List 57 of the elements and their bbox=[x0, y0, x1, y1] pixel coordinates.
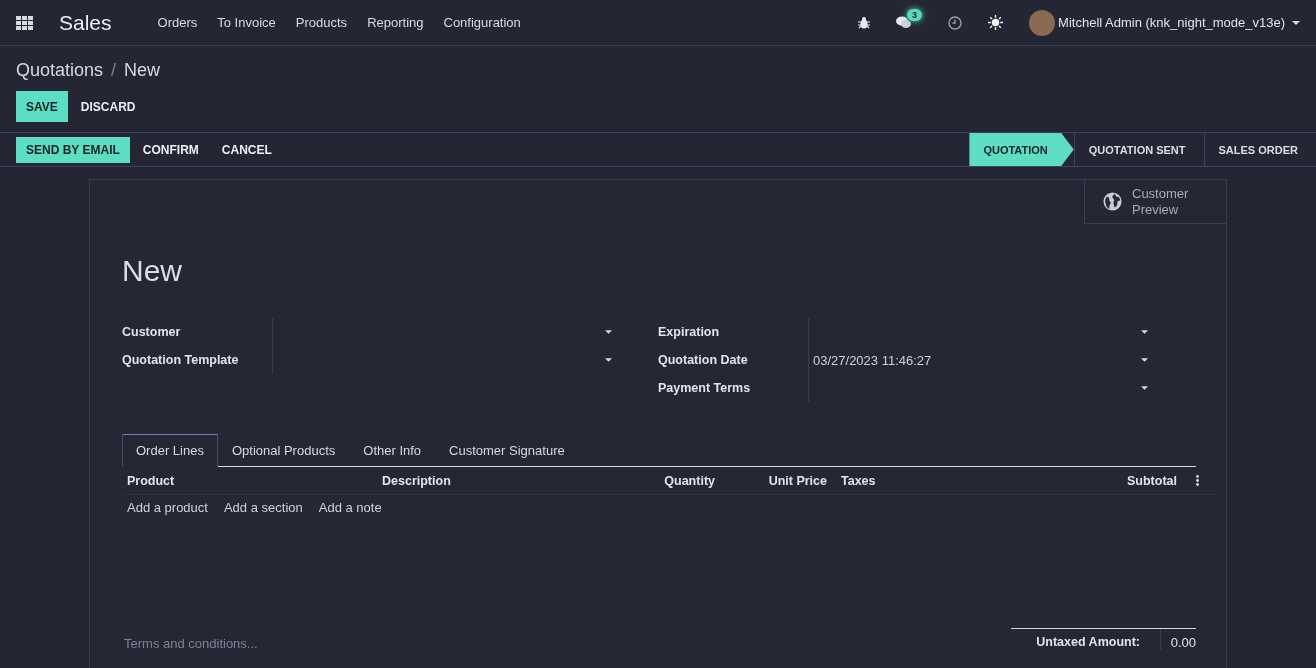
form-button[interactable]: SAVE bbox=[16, 91, 68, 122]
avatar bbox=[1029, 9, 1056, 36]
menu-item[interactable]: Reporting bbox=[367, 15, 424, 30]
kebab-menu-icon[interactable] bbox=[1195, 475, 1199, 486]
notebook-tab[interactable]: Customer Signature bbox=[435, 434, 579, 467]
field-label: Expiration bbox=[658, 325, 721, 339]
form-button[interactable]: DISCARD bbox=[70, 91, 146, 122]
field-label: Quotation Template bbox=[122, 353, 240, 367]
record-title: New bbox=[122, 254, 183, 288]
breadcrumb-item[interactable]: Quotations bbox=[16, 60, 104, 81]
user-menu[interactable]: Mitchell Admin (knk_night_mode_v13e) bbox=[1029, 9, 1300, 36]
menu-item[interactable]: To Invoice bbox=[217, 15, 276, 30]
column-header: Product bbox=[127, 473, 176, 488]
total-label: Untaxed Amount: bbox=[1011, 629, 1161, 650]
column-header: Subtotal bbox=[1127, 473, 1177, 488]
caret-icon[interactable] bbox=[1141, 358, 1148, 362]
caret-icon[interactable] bbox=[1292, 20, 1300, 25]
apps-grid-icon[interactable] bbox=[16, 15, 33, 30]
action-button[interactable]: CANCEL bbox=[211, 136, 282, 163]
caret-icon[interactable] bbox=[1141, 330, 1148, 334]
breadcrumb-item: New bbox=[124, 60, 161, 81]
add-line-link[interactable]: Add a note bbox=[318, 500, 382, 515]
total-value: 0.00 bbox=[1169, 634, 1196, 650]
status-stage[interactable]: QUOTATION SENT bbox=[1073, 133, 1204, 166]
breadcrumb-separator: / bbox=[111, 60, 117, 81]
add-line-link[interactable]: Add a section bbox=[223, 500, 303, 515]
caret-icon[interactable] bbox=[605, 330, 612, 334]
caret-icon[interactable] bbox=[605, 358, 612, 362]
app-title: Sales bbox=[59, 10, 112, 35]
chat-bubbles-icon[interactable] bbox=[896, 16, 913, 29]
add-line-link[interactable]: Add a product bbox=[127, 500, 208, 515]
field-label: Customer bbox=[122, 325, 182, 339]
notebook-tab[interactable]: Optional Products bbox=[217, 434, 350, 467]
notebook-tab[interactable]: Other Info bbox=[349, 434, 436, 467]
caret-icon[interactable] bbox=[1141, 386, 1148, 390]
status-stage[interactable]: QUOTATION bbox=[969, 133, 1074, 166]
sun-icon[interactable] bbox=[988, 15, 1004, 30]
notebook-tab[interactable]: Order Lines bbox=[122, 434, 218, 467]
column-header: Description bbox=[382, 473, 452, 488]
field-label: Payment Terms bbox=[658, 381, 752, 395]
menu-item[interactable]: Configuration bbox=[443, 15, 521, 30]
customer-preview-button[interactable]: Customer Preview bbox=[1084, 180, 1226, 224]
dropdown-field[interactable]: 03/27/2023 11:46:27 bbox=[808, 346, 1152, 374]
status-stage[interactable]: SALES ORDER bbox=[1203, 133, 1316, 166]
column-header: Quantity bbox=[664, 473, 715, 488]
globe-icon[interactable] bbox=[1103, 192, 1122, 211]
action-button[interactable]: CONFIRM bbox=[132, 136, 209, 163]
clock-icon[interactable] bbox=[948, 15, 963, 30]
menu-item[interactable]: Orders bbox=[157, 15, 198, 30]
menu-item[interactable]: Products bbox=[295, 15, 348, 30]
bug-icon[interactable] bbox=[858, 16, 871, 29]
column-header: Taxes bbox=[841, 473, 876, 488]
action-button[interactable]: SEND BY EMAIL bbox=[16, 136, 130, 163]
notes-field[interactable]: Terms and conditions... bbox=[122, 636, 422, 651]
field-label: Quotation Date bbox=[658, 353, 749, 367]
notification-badge: 3 bbox=[907, 9, 923, 21]
column-header: Unit Price bbox=[768, 473, 827, 488]
